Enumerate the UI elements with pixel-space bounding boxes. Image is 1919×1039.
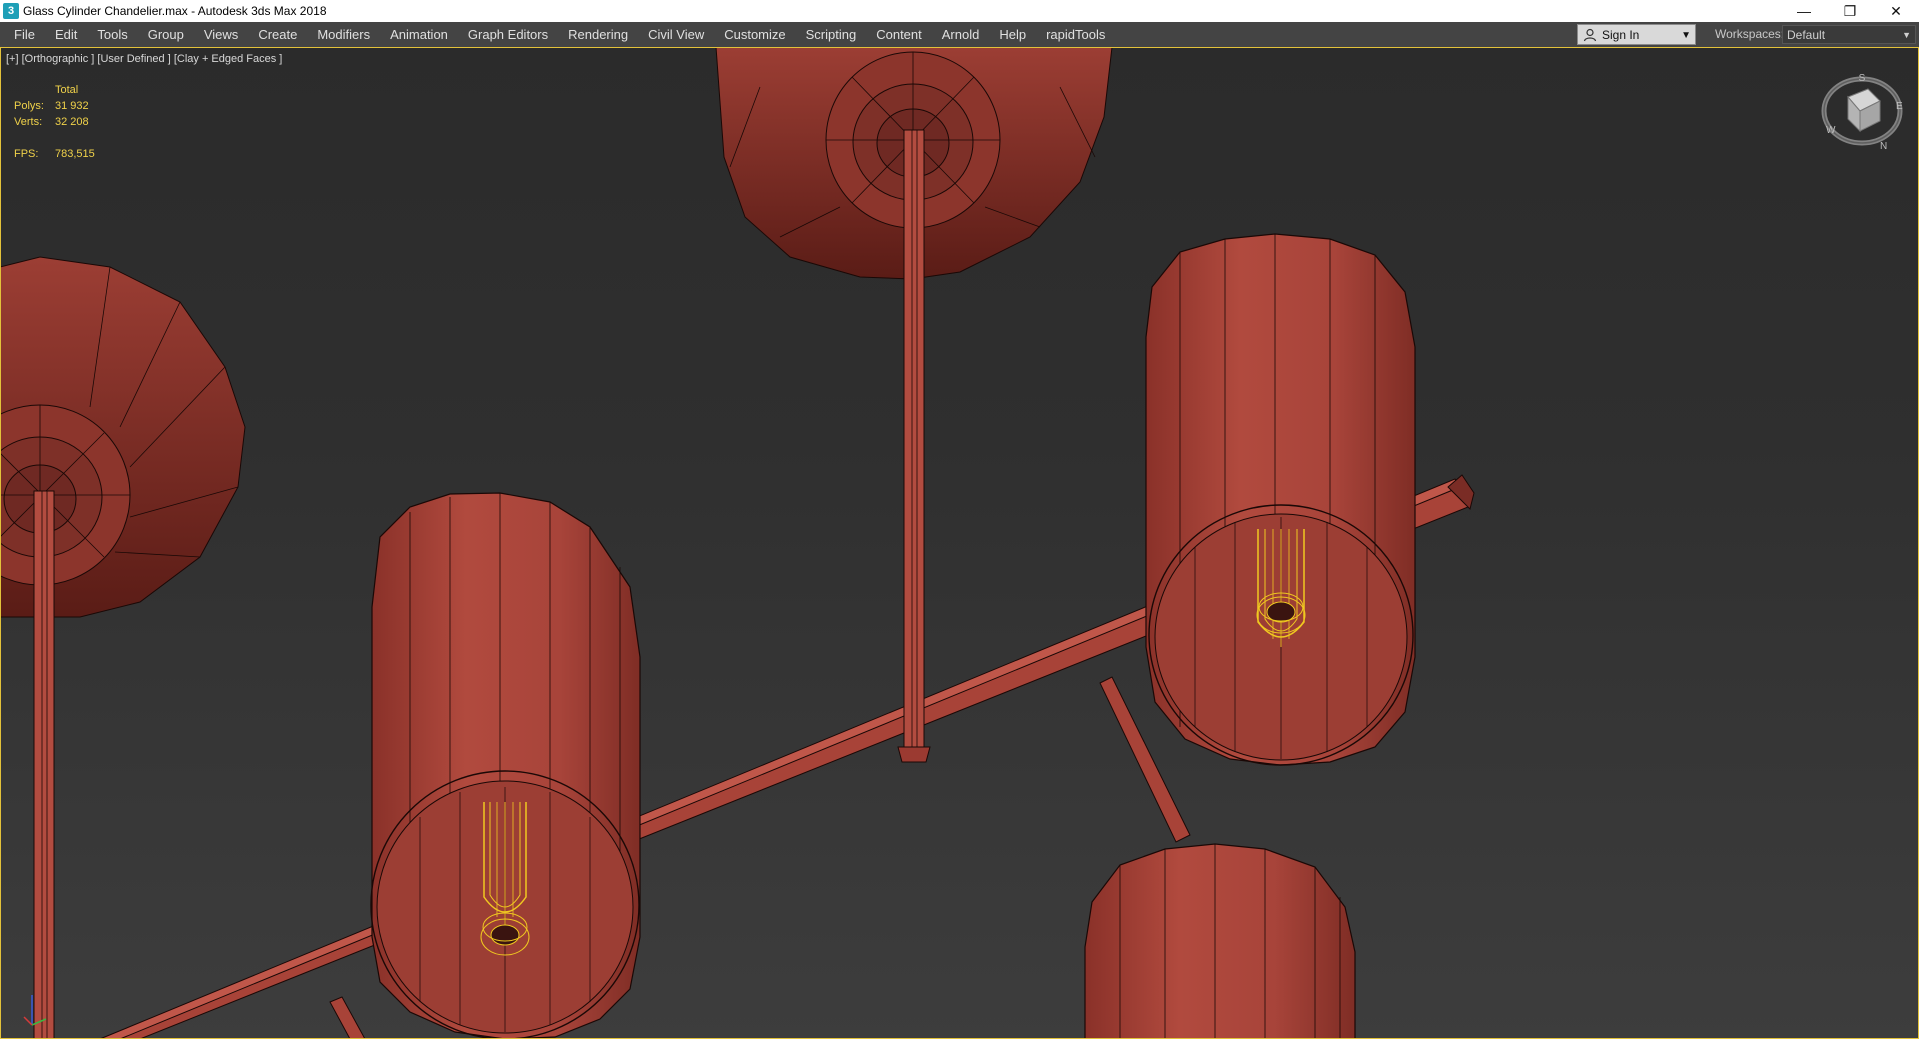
menu-file[interactable]: File [4,22,45,47]
menu-scripting[interactable]: Scripting [796,22,867,47]
scene-canvas[interactable] [0,47,1919,1039]
menu-views[interactable]: Views [194,22,248,47]
bottom-glass-cylinder[interactable] [1084,843,1356,1039]
menu-arnold[interactable]: Arnold [932,22,990,47]
menu-create[interactable]: Create [248,22,307,47]
right-glass-cylinder[interactable] [1145,233,1416,766]
chevron-down-icon: ▼ [1681,30,1691,41]
menu-civil-view[interactable]: Civil View [638,22,714,47]
fps-value: 783,515 [55,148,95,160]
left-rod[interactable] [33,490,55,1039]
menu-help[interactable]: Help [989,22,1036,47]
stats-header: Total [55,84,79,96]
window-title: Glass Cylinder Chandelier.max - Autodesk… [23,4,327,18]
sign-in-dropdown[interactable]: Sign In ▼ [1577,24,1696,45]
polys-value: 31 932 [55,100,89,112]
menu-content[interactable]: Content [866,22,932,47]
compass-e[interactable]: E [1896,101,1903,112]
title-bar: 3 Glass Cylinder Chandelier.max - Autode… [0,0,1919,22]
close-button[interactable]: ✕ [1873,0,1919,22]
minimize-button[interactable]: — [1781,0,1827,22]
menu-customize[interactable]: Customize [714,22,795,47]
perspective-viewport[interactable]: [+] [Orthographic ] [User Defined ] [Cla… [0,47,1919,1039]
menu-bar: File Edit Tools Group Views Create Modif… [0,22,1919,47]
compass-s[interactable]: S [1859,73,1866,84]
verts-value: 32 208 [55,116,89,128]
workspace-value: Default [1787,28,1826,42]
fps-label: FPS: [14,148,39,160]
menu-rendering[interactable]: Rendering [558,22,638,47]
viewcube-box-icon[interactable] [1847,88,1881,133]
menu-graph-editors[interactable]: Graph Editors [458,22,558,47]
menu-modifiers[interactable]: Modifiers [307,22,380,47]
viewport-label-menu[interactable]: [+] [Orthographic ] [User Defined ] [Cla… [6,53,282,65]
menu-tools[interactable]: Tools [87,22,137,47]
sign-in-label: Sign In [1602,28,1640,42]
workspaces-label: Workspaces: [1715,27,1785,41]
compass-w[interactable]: W [1826,125,1836,136]
restore-button[interactable]: ❐ [1827,0,1873,22]
menu-edit[interactable]: Edit [45,22,87,47]
workspace-select[interactable]: Default ▼ [1782,25,1916,44]
app-icon: 3 [3,3,19,19]
chevron-down-icon: ▼ [1902,30,1911,40]
compass-n[interactable]: N [1880,141,1887,152]
axis-tripod-icon [23,995,47,1026]
menu-animation[interactable]: Animation [380,22,458,47]
polys-label: Polys: [14,100,44,112]
menu-rapidtools[interactable]: rapidTools [1036,22,1115,47]
left-glass-cylinder[interactable] [370,492,641,1039]
verts-label: Verts: [14,116,43,128]
user-icon [1583,28,1597,42]
menu-group[interactable]: Group [138,22,194,47]
viewcube[interactable]: S W E N [1818,67,1906,155]
main-menu: File Edit Tools Group Views Create Modif… [4,22,1115,47]
